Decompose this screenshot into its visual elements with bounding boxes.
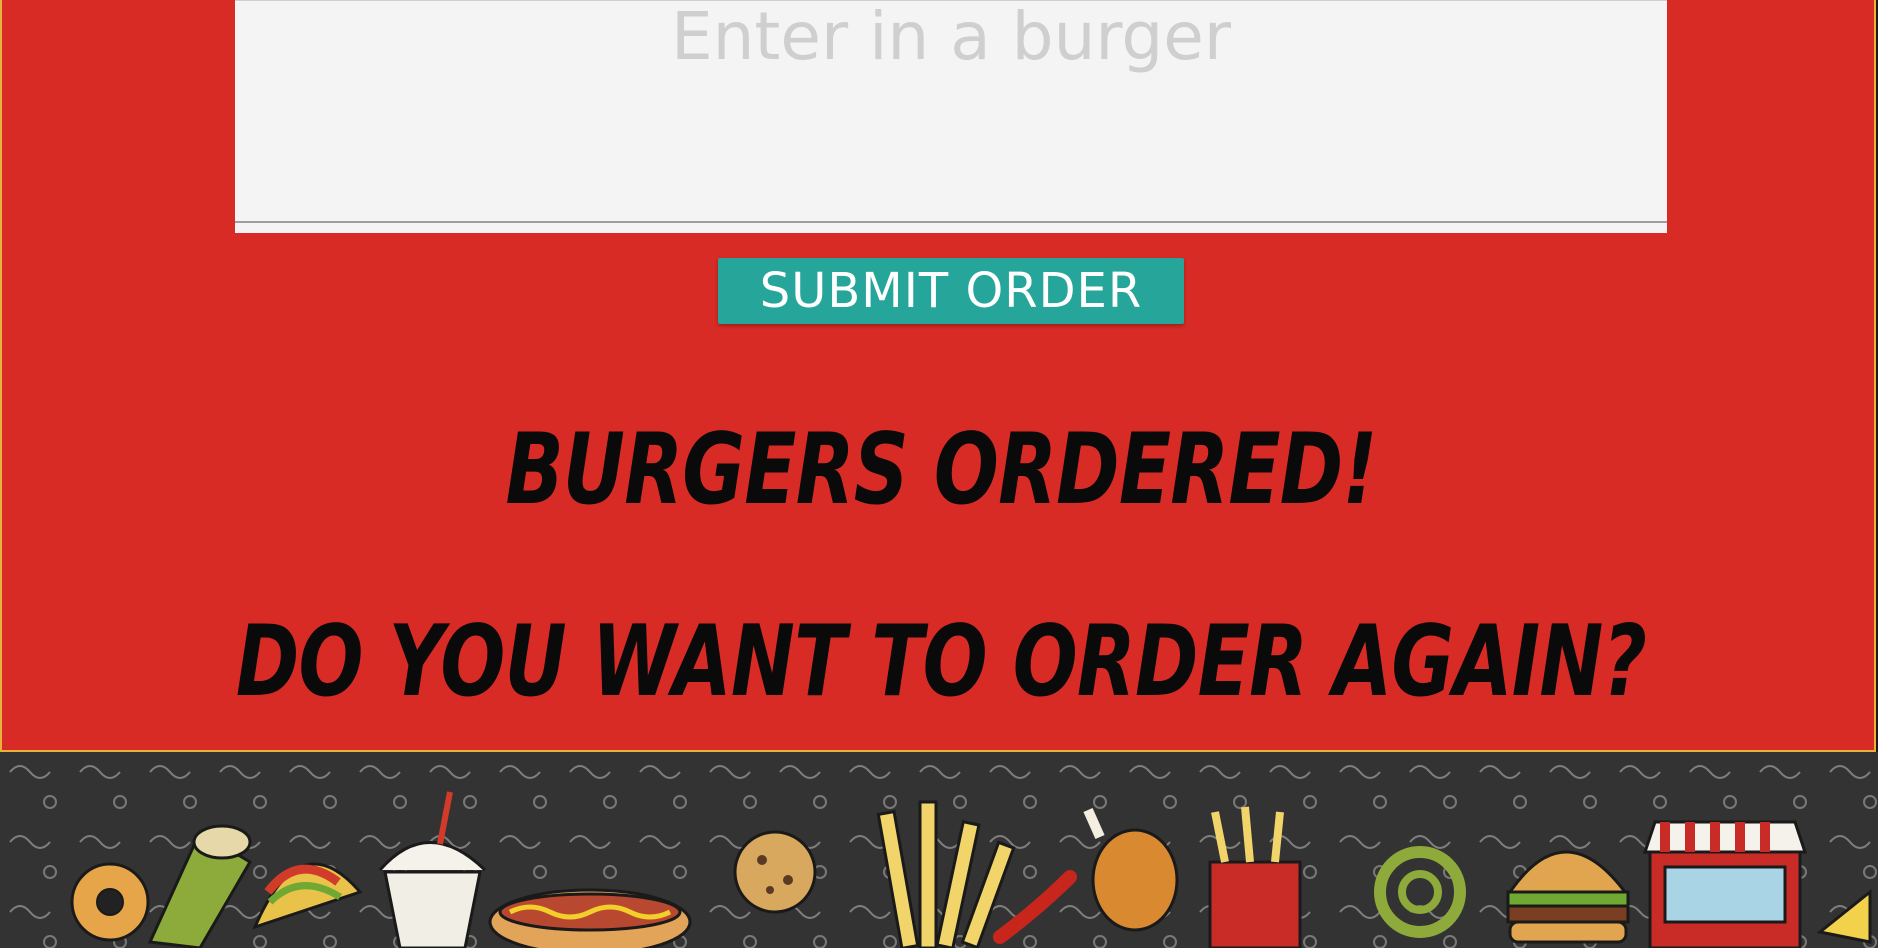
burger-input[interactable] xyxy=(235,1,1667,223)
burger-input-container xyxy=(235,0,1667,233)
submit-order-button[interactable]: SUBMIT ORDER xyxy=(718,258,1184,324)
food-doodle-banner xyxy=(0,752,1878,948)
burgers-ordered-heading: Burgers Ordered! xyxy=(505,413,1377,527)
order-panel: SUBMIT ORDER Burgers Ordered! Do you wan… xyxy=(0,0,1876,752)
donut-icon xyxy=(70,862,150,942)
order-again-heading: Do you want to order again? xyxy=(235,605,1647,719)
cookie-icon xyxy=(733,830,817,914)
food-doodle-illustration xyxy=(0,752,1878,948)
food-cart-icon xyxy=(1642,820,1808,948)
hot-dog-icon xyxy=(488,888,692,948)
